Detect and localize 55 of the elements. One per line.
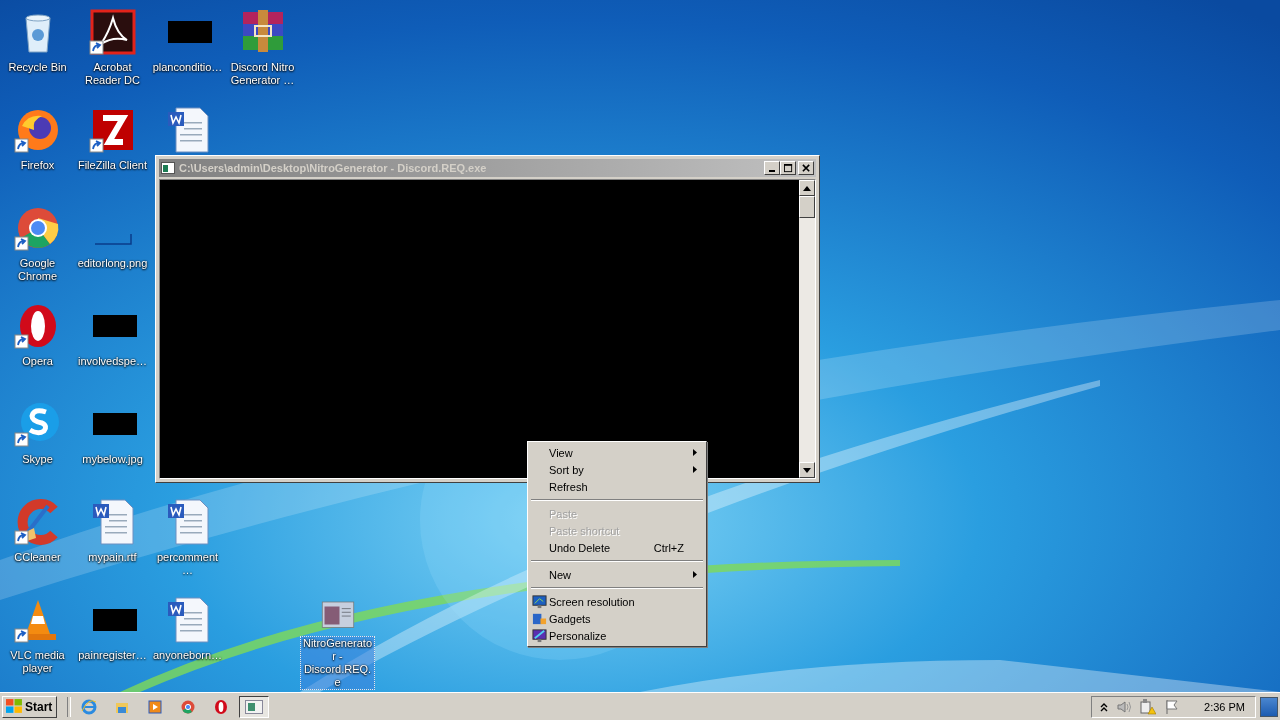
chevron-icon[interactable] [1100,701,1109,712]
gadgets-icon [532,611,547,626]
scroll-down-icon[interactable] [803,467,811,473]
icon-label[interactable]: mybelow.jpg [80,452,145,467]
start-button[interactable]: Start [2,695,58,718]
icon-label[interactable]: Opera [20,354,55,369]
icon-label[interactable]: painregister… [76,648,149,663]
menu-item[interactable]: Sort by [530,461,704,478]
personalize-icon [532,628,547,643]
icon-label[interactable]: Google Chrome [0,256,75,284]
close-button[interactable] [798,161,814,175]
menu-item[interactable]: Undo Delete Ctrl+Z [530,539,704,556]
minimize-button[interactable] [764,161,780,175]
icon-label[interactable]: planconditio… [150,60,225,75]
application-window-icon [245,699,264,714]
scroll-thumb[interactable] [799,196,815,218]
skype-icon[interactable] [13,400,62,448]
maximize-button[interactable] [780,161,796,175]
icon-label[interactable]: involvedspe… [75,354,150,369]
network-warning-icon[interactable] [1140,698,1157,715]
icon-label[interactable]: anyoneborn… [150,648,225,663]
flag-icon[interactable] [1164,698,1181,715]
taskbar-window-button[interactable] [239,695,270,718]
clock[interactable]: 2:36 PM [1204,700,1245,713]
icon-label[interactable]: VLC media player [0,648,75,676]
maximize-icon [783,163,793,173]
window-title: C:\Users\admin\Desktop\NitroGenerator - Discord.REQ.exe [179,162,487,174]
icon-label[interactable]: Acrobat Reader DC [75,60,150,88]
show-desktop-button[interactable] [1260,696,1278,717]
icon-label[interactable]: Skype [20,452,55,467]
acrobat-icon[interactable] [88,8,137,56]
opera-icon[interactable] [213,698,230,715]
console-icon [161,162,175,174]
menu-item[interactable]: Screen resolution [530,593,704,610]
chrome-icon[interactable] [180,698,197,715]
icon-label[interactable]: FileZilla Client [75,158,150,173]
icon-label[interactable]: percomment… [150,550,225,578]
menu-item[interactable]: New [530,566,704,583]
menu-item[interactable]: Refresh [530,478,704,495]
scroll-up-icon[interactable] [803,185,811,191]
media-player-icon[interactable] [147,698,164,715]
icon-label[interactable]: Discord Nitro Generator … [225,60,300,88]
icon-label[interactable]: NitroGenerator - Discord.REQ.e [300,636,375,690]
icon-label[interactable]: Recycle Bin [6,60,69,75]
icon-label[interactable]: Firefox [18,158,57,173]
close-icon [801,163,811,173]
icon-label[interactable]: CCleaner [12,550,63,565]
windows-logo-icon [6,699,23,714]
menu-item[interactable]: Gadgets [530,610,704,627]
minimize-icon [769,170,775,172]
icon-label[interactable]: editorlong.png [75,256,150,271]
menu-item[interactable]: Personalize [530,627,704,644]
monitor-icon [532,594,547,609]
scrollbar[interactable] [799,180,815,478]
menu-item[interactable]: View [530,444,704,461]
